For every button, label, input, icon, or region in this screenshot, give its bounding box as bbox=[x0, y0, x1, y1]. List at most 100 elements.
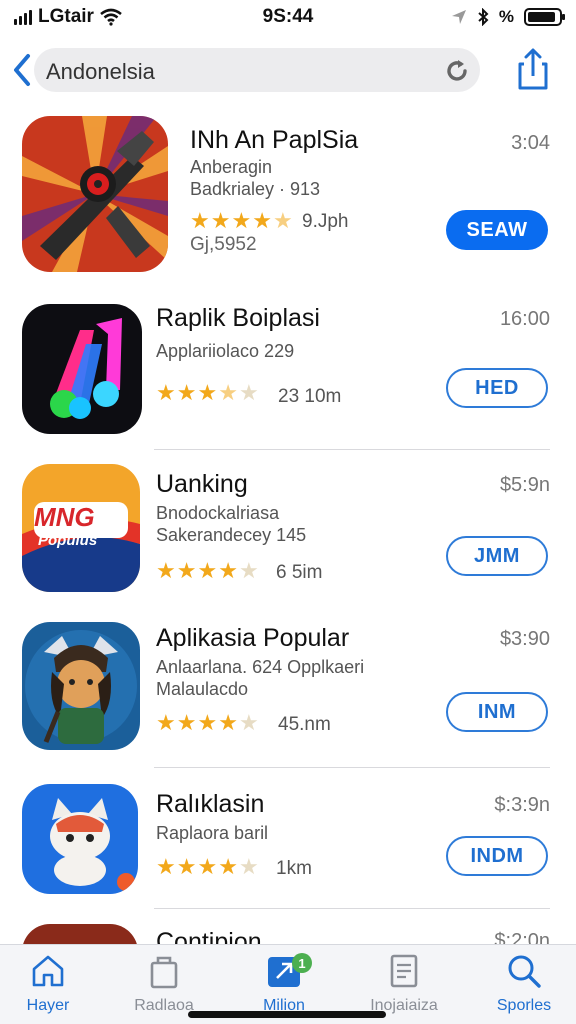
app-subtitle: Malaulacdo bbox=[156, 679, 249, 699]
wifi-icon bbox=[100, 8, 122, 26]
app-size: 1km bbox=[276, 858, 312, 879]
divider bbox=[154, 908, 550, 909]
tab-search[interactable]: Sporles bbox=[474, 951, 574, 1021]
get-button[interactable]: JMM bbox=[446, 536, 548, 576]
battery-level bbox=[528, 12, 555, 22]
star-rating: ★ ★ ★ ★ ★ bbox=[156, 380, 259, 406]
cartoon-character-app-icon bbox=[22, 622, 140, 750]
app-downloads: Gj,5952 bbox=[190, 234, 257, 255]
cat-app-icon bbox=[22, 784, 138, 894]
bluetooth-icon bbox=[478, 8, 489, 26]
battery-icon bbox=[524, 8, 565, 26]
list-item[interactable]: Contipion $:2:0n bbox=[0, 920, 576, 944]
app-time: 3:04 bbox=[511, 132, 550, 154]
app-name: Ralıklasin bbox=[156, 790, 265, 818]
search-input[interactable]: Andonelsia bbox=[34, 48, 480, 92]
app-size: 45.nm bbox=[278, 714, 331, 735]
get-button[interactable]: INDM bbox=[446, 836, 548, 876]
app-size: 6 5im bbox=[276, 562, 323, 583]
app-time: $3:90 bbox=[499, 628, 550, 650]
star-icon: ★ bbox=[156, 380, 176, 405]
get-button[interactable]: HED bbox=[446, 368, 548, 408]
document-icon bbox=[390, 954, 418, 988]
star-rating: ★ ★ ★ ★ ★ bbox=[156, 710, 259, 736]
star-icon: ★ bbox=[218, 854, 238, 879]
app-time: $:3:9n bbox=[494, 794, 550, 816]
partial-app-icon bbox=[22, 924, 138, 944]
star-icon: ★ bbox=[272, 208, 293, 233]
search-query: Andonelsia bbox=[46, 59, 155, 84]
star-icon: ★ bbox=[156, 558, 176, 583]
app-subtitle: Sakerandecey 145 bbox=[156, 525, 307, 545]
star-icon: ★ bbox=[252, 208, 272, 233]
star-rating: ★ ★ ★ ★ ★ bbox=[156, 558, 259, 584]
star-icon: ★ bbox=[238, 854, 259, 879]
home-icon bbox=[32, 955, 64, 987]
music-note-app-icon bbox=[22, 304, 142, 434]
notification-badge: 1 bbox=[292, 953, 312, 973]
star-icon: ★ bbox=[197, 710, 218, 735]
app-time: $5:9n bbox=[499, 474, 550, 496]
app-name: Contipion bbox=[156, 928, 262, 944]
star-icon: ★ bbox=[156, 710, 176, 735]
signal-icon bbox=[14, 9, 32, 25]
star-icon: ★ bbox=[176, 854, 197, 879]
star-icon: ★ bbox=[176, 558, 197, 583]
list-item[interactable]: Aplikasia Popular Anlaarlana. 624 Opplka… bbox=[0, 616, 576, 766]
guitar-app-icon bbox=[22, 116, 168, 272]
star-icon: ★ bbox=[190, 208, 210, 233]
app-size: 9.Jph bbox=[302, 211, 349, 232]
star-icon: ★ bbox=[176, 710, 197, 735]
refresh-icon[interactable] bbox=[444, 58, 470, 84]
divider bbox=[154, 449, 550, 450]
search-header: Andonelsia bbox=[0, 46, 576, 96]
list-item[interactable]: Raplik Boiplasi Applariiolaco 229 ★ ★ ★ ★ ★ … bbox=[0, 296, 576, 446]
star-icon: ★ bbox=[218, 710, 238, 735]
star-icon: ★ bbox=[197, 558, 218, 583]
app-subtitle: Badkrialey · 913 bbox=[190, 179, 321, 199]
list-item[interactable]: INh An PaplSia Anberagin Badkrialey · 91… bbox=[0, 112, 576, 276]
battery-percent: % bbox=[498, 7, 514, 26]
app-time: $:2:0n bbox=[494, 930, 550, 944]
app-subtitle: Raplaora baril bbox=[156, 823, 269, 843]
list-item[interactable]: MNG Popuius Uanking Bnodockalriasa Saker… bbox=[0, 458, 576, 608]
app-subtitle: Applariiolaco 229 bbox=[156, 341, 295, 361]
star-rating: ★ ★ ★ ★ ★ bbox=[190, 208, 293, 234]
app-size: 23 10m bbox=[278, 386, 342, 407]
search-icon bbox=[508, 955, 541, 988]
location-icon bbox=[451, 10, 466, 24]
star-icon: ★ bbox=[197, 380, 218, 405]
get-button[interactable]: INM bbox=[446, 692, 548, 732]
app-subtitle: Anlaarlana. 624 Opplkaeri bbox=[156, 657, 365, 677]
app-name: Uanking bbox=[156, 470, 248, 498]
star-icon: ★ bbox=[238, 710, 259, 735]
app-time: 16:00 bbox=[499, 308, 550, 330]
icon-brand-text: MNG bbox=[34, 502, 95, 532]
star-icon: ★ bbox=[238, 380, 259, 405]
app-name: INh An PaplSia bbox=[190, 126, 359, 154]
tab-home[interactable]: Hayer bbox=[0, 951, 98, 1021]
tab-label: Sporles bbox=[496, 997, 552, 1014]
app-name: Aplikasia Popular bbox=[156, 624, 350, 652]
app-subtitle: Bnodockalriasa bbox=[156, 503, 280, 523]
star-icon: ★ bbox=[218, 558, 238, 583]
star-icon: ★ bbox=[231, 208, 252, 233]
star-icon: ★ bbox=[218, 380, 238, 405]
tab-label: Radlaoa bbox=[134, 997, 194, 1014]
home-indicator bbox=[188, 1011, 386, 1018]
icon-brand-subtext: Popuius bbox=[38, 532, 98, 549]
carrier-label: LGtair bbox=[38, 6, 94, 27]
app-name: Raplik Boiplasi bbox=[156, 304, 320, 332]
bag-icon bbox=[150, 956, 178, 989]
star-icon: ★ bbox=[238, 558, 259, 583]
get-button[interactable]: SEAW bbox=[446, 210, 548, 250]
share-icon[interactable] bbox=[514, 46, 552, 92]
divider bbox=[154, 767, 550, 768]
list-item[interactable]: Ralıklasin Raplaora baril ★ ★ ★ ★ ★ 1km $:3:… bbox=[0, 776, 576, 906]
star-rating: ★ ★ ★ ★ ★ bbox=[156, 854, 259, 880]
chevron-left-icon[interactable] bbox=[8, 50, 36, 90]
star-icon: ★ bbox=[176, 380, 197, 405]
star-icon: ★ bbox=[156, 854, 176, 879]
star-icon: ★ bbox=[210, 208, 231, 233]
app-subtitle: Anberagin bbox=[190, 157, 273, 177]
